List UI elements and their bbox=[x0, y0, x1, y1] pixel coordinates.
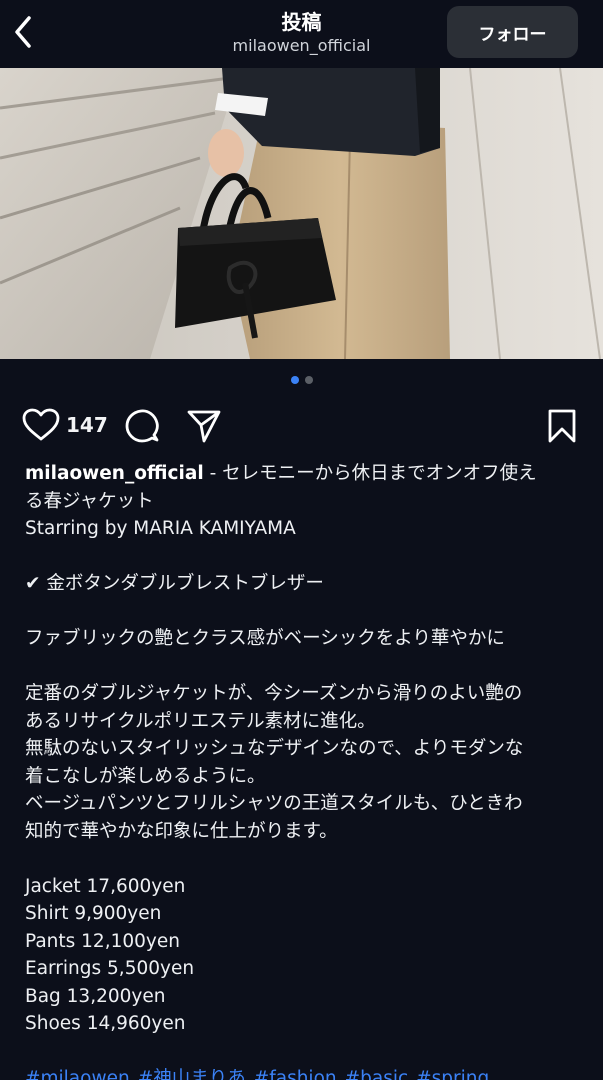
caption-line: あるリサイクルポリエステル素材に進化。 bbox=[25, 710, 376, 732]
caption-line bbox=[25, 845, 581, 873]
caption-line: ベージュパンツとフリルシャツの王道スタイルも、ひときわ bbox=[25, 793, 523, 814]
top-bar: 投稿 milaowen_official フォロー bbox=[0, 0, 603, 68]
hashtag-list: #milaowen #神山まりあ #fashion #basic #spring bbox=[25, 1065, 581, 1080]
caption-line bbox=[25, 653, 581, 681]
caption-line bbox=[25, 1038, 581, 1066]
hashtag-link[interactable]: #milaowen bbox=[25, 1068, 130, 1080]
caption-line: 知的で華やかな印象に仕上がります。 bbox=[25, 820, 338, 842]
caption-line: Pants 12,100yen bbox=[25, 930, 180, 952]
post-caption: milaowen_official - セレモニーから休日までオンオフ使え る春… bbox=[25, 460, 581, 1080]
caption-line: ✔ 金ボタンダブルブレストブレザー bbox=[25, 573, 324, 594]
caption-line: Earrings 5,500yen bbox=[25, 958, 195, 979]
hashtag-link[interactable]: #spring bbox=[416, 1068, 489, 1080]
caption-line: 着こなしが楽しめるように。 bbox=[25, 765, 266, 787]
caption-line: Starring by MARIA KAMIYAMA bbox=[25, 518, 296, 539]
comment-icon bbox=[125, 409, 159, 443]
caption-line: 定番のダブルジャケットが、今シーズンから滑りのよい艶の bbox=[25, 683, 523, 704]
caption-line: Shirt 9,900yen bbox=[25, 903, 162, 924]
post-photo bbox=[0, 68, 603, 359]
caption-line: Shoes 14,960yen bbox=[25, 1013, 186, 1034]
carousel-dot-active bbox=[290, 376, 299, 384]
caption-line: Bag 13,200yen bbox=[25, 985, 166, 1007]
like-count[interactable]: 147 bbox=[66, 413, 108, 437]
caption-line bbox=[25, 598, 581, 626]
post-image[interactable] bbox=[0, 68, 603, 359]
carousel-dot bbox=[304, 376, 313, 384]
hashtag-link[interactable]: #fashion bbox=[254, 1068, 337, 1080]
caption-line: Jacket 17,600yen bbox=[25, 875, 186, 897]
carousel-indicator bbox=[0, 376, 603, 388]
action-bar: 147 bbox=[0, 404, 603, 448]
hashtag-link[interactable]: #basic bbox=[345, 1068, 409, 1080]
caption-line: る春ジャケット bbox=[25, 490, 154, 512]
heart-icon bbox=[22, 408, 60, 441]
follow-button[interactable]: フォロー bbox=[447, 6, 578, 58]
caption-line: 無駄のないスタイリッシュなデザインなので、よりモダンな bbox=[25, 738, 524, 759]
caption-line: ファブリックの艶とクラス感がベーシックをより華やかに bbox=[25, 628, 505, 649]
hashtag-link[interactable]: #神山まりあ bbox=[138, 1068, 246, 1080]
share-button[interactable] bbox=[186, 408, 222, 448]
caption-first-line: milaowen_official - セレモニーから休日までオンオフ使え bbox=[25, 460, 581, 488]
share-icon bbox=[187, 410, 221, 443]
caption-lead-text: - セレモニーから休日までオンオフ使え bbox=[203, 463, 537, 484]
caption-username[interactable]: milaowen_official bbox=[25, 463, 204, 484]
comment-button[interactable] bbox=[124, 408, 160, 448]
like-button[interactable] bbox=[22, 408, 60, 446]
bookmark-icon bbox=[548, 409, 576, 443]
caption-line bbox=[25, 543, 581, 571]
bookmark-button[interactable] bbox=[546, 408, 578, 448]
